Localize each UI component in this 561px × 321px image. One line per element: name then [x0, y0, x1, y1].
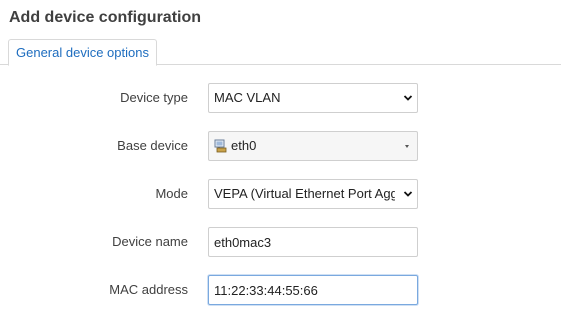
device-type-select[interactable]: MAC VLAN — [208, 83, 418, 113]
device-name-label: Device name — [112, 234, 188, 249]
mac-address-input[interactable] — [208, 275, 418, 305]
mac-address-row: MAC address — [0, 275, 561, 305]
device-type-value: MAC VLAN — [214, 90, 281, 105]
mode-select[interactable]: VEPA (Virtual Ethernet Port Aggregator) — [208, 179, 418, 209]
device-name-input[interactable] — [208, 227, 418, 257]
device-name-row: Device name — [0, 227, 561, 257]
base-device-label: Base device — [117, 138, 188, 153]
dialog-title: Add device configuration — [9, 9, 202, 26]
mode-label: Mode — [155, 186, 188, 201]
device-type-row: Device type MAC VLAN — [0, 83, 561, 113]
device-type-label: Device type — [120, 90, 188, 105]
base-device-row: Base device eth0 — [0, 131, 561, 161]
base-device-dropdown[interactable]: eth0 — [208, 131, 418, 161]
tab-general-device-options[interactable]: General device options — [8, 39, 157, 66]
base-device-value: eth0 — [231, 138, 257, 153]
mac-address-label: MAC address — [109, 282, 188, 297]
tab-bar: General device options — [0, 39, 561, 66]
chevron-down-icon — [403, 95, 413, 101]
mode-value: VEPA (Virtual Ethernet Port Aggregator) — [214, 186, 395, 201]
dropdown-arrow-icon — [405, 145, 409, 148]
network-device-icon — [214, 139, 227, 153]
chevron-down-icon — [403, 191, 413, 197]
mode-row: Mode VEPA (Virtual Ethernet Port Aggrega… — [0, 179, 561, 209]
